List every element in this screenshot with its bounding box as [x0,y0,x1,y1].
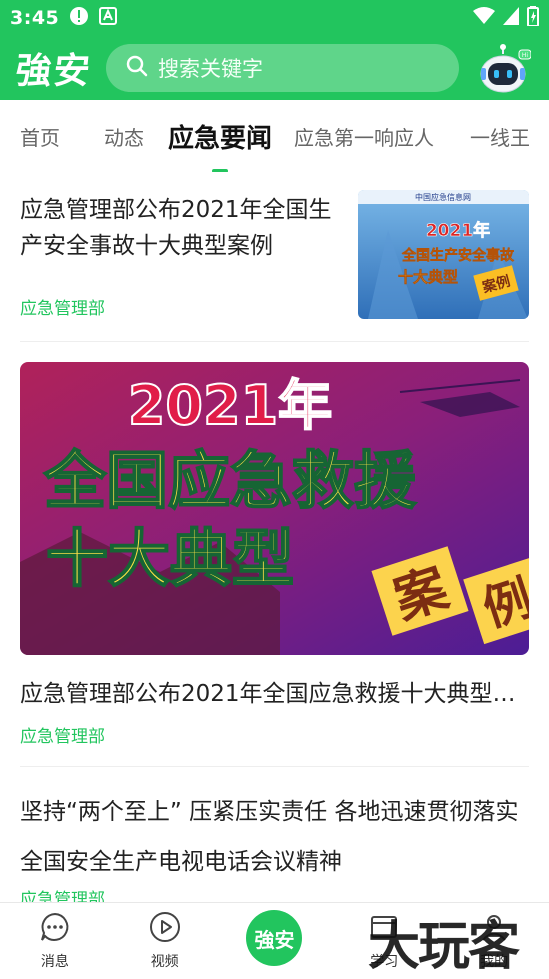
status-bar: 3:45 [0,0,549,36]
signal-icon [503,7,519,29]
nav-video-label: 视频 [150,954,179,970]
assistant-robot-button[interactable]: Hi [479,44,532,94]
news-item[interactable]: 应急管理部公布2021年全国生产安全事故十大典型案例 应急管理部 中国应急信息网… [20,172,529,342]
nav-video[interactable]: 视频 [110,903,220,976]
tab-emergency-news-label: 应急要闻 [168,124,273,154]
news-item[interactable]: 2021年 全国应急救援 十大典型 案 例 应急管理部公布2021年全国应急救援… [20,342,529,767]
news-feed: 应急管理部公布2021年全国生产安全事故十大典型案例 应急管理部 中国应急信息网… [20,172,529,910]
alert-icon [69,6,89,30]
battery-icon [527,6,539,30]
center-logo-button: 強安 [246,910,303,966]
news-thumbnail: 中国应急信息网 2021年 全国生产安全事故 十大典型 案例 [358,190,529,319]
status-time: 3:45 [10,7,60,29]
thumb-year: 2021年 [426,220,490,241]
tab-dynamics[interactable]: 动态 [104,100,144,151]
play-icon [149,911,181,947]
search-bar[interactable]: 搜索关键字 [106,44,459,92]
category-tabs: 首页 动态 应急要闻 应急第一响应人 一线王 [0,100,549,172]
chat-bubble-icon [39,911,71,947]
thumb-header: 中国应急信息网 [415,192,471,202]
banner-line3: 十大典型 [46,522,294,595]
nav-messages[interactable]: 消息 [0,903,110,976]
app-bar: 強安 搜索关键字 Hi [0,36,549,100]
news-item[interactable]: 坚持“两个至上” 压紧压实责任 各地迅速贯彻落实全国安全生产电视电话会议精神 应… [20,767,529,910]
tab-frontline[interactable]: 一线王 [470,100,530,151]
nav-home-center[interactable]: 強安 [220,903,330,976]
news-source: 应急管理部 [20,299,105,319]
news-source: 应急管理部 [20,727,105,747]
news-title: 应急管理部公布2021年全国生产安全事故十大典型案例 [20,197,332,259]
thumb-line2: 全国生产安全事故 [401,247,515,264]
news-banner-image: 2021年 全国应急救援 十大典型 案 例 [20,362,529,655]
news-title: 坚持“两个至上” 压紧压实责任 各地迅速贯彻落实全国安全生产电视电话会议精神 [20,799,519,875]
app-logo: 強安 [13,50,94,92]
news-title: 应急管理部公布2021年全国应急救援十大典型案例 [20,681,529,707]
bot-badge: Hi [522,52,529,59]
tab-emergency-news[interactable]: 应急要闻 [168,100,273,172]
search-icon [126,55,148,81]
tab-first-responder[interactable]: 应急第一响应人 [294,100,434,151]
wifi-icon [473,7,495,29]
thumb-line3: 十大典型 [398,268,458,286]
nav-messages-label: 消息 [40,954,69,970]
search-placeholder: 搜索关键字 [158,57,263,81]
app-notification-icon [99,7,118,29]
banner-line2: 全国应急救援 [43,444,417,517]
watermark: 大玩客 [368,916,520,977]
tab-home[interactable]: 首页 [20,100,60,151]
banner-year: 2021年 [128,374,332,437]
